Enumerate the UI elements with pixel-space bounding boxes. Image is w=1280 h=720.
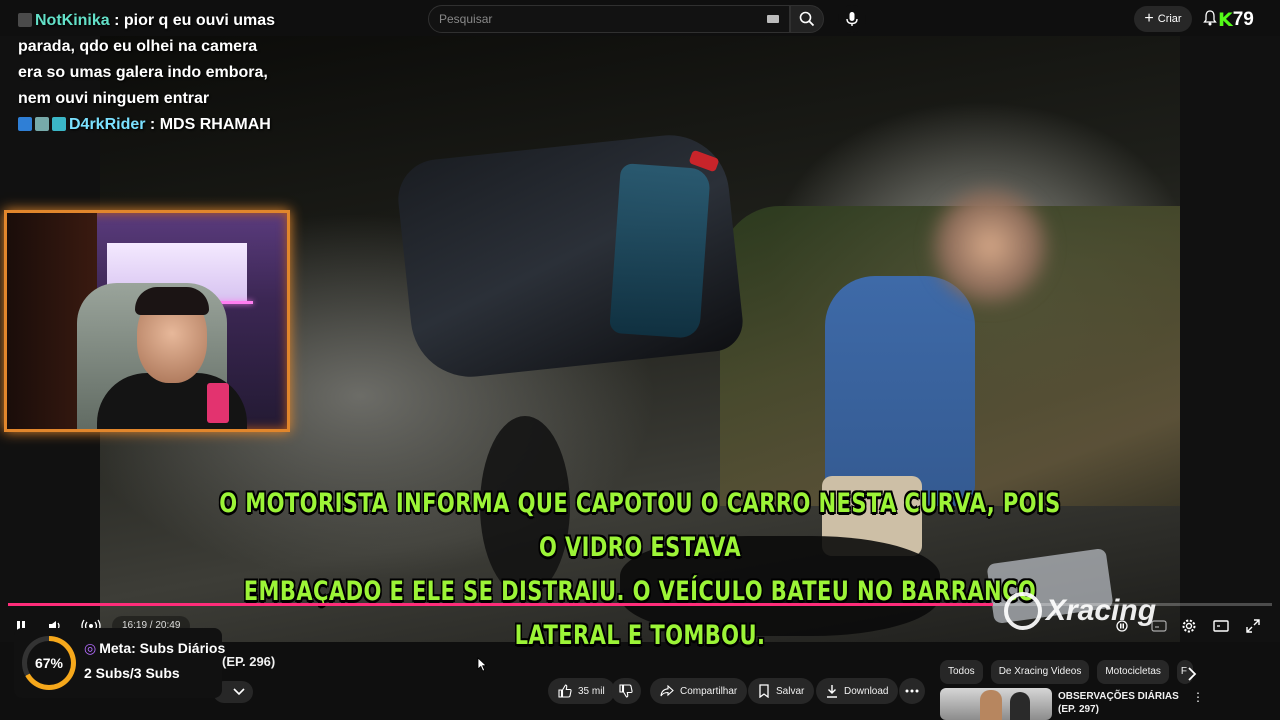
more-vertical-icon[interactable]: ⋮ — [1192, 690, 1204, 704]
user-badge-icon — [52, 117, 66, 131]
theater-icon — [1213, 620, 1229, 632]
download-button[interactable]: Download — [816, 678, 899, 704]
user-badge-icon — [18, 117, 32, 131]
create-button[interactable]: + Criar — [1134, 6, 1192, 32]
video-title: (EP. 296) — [222, 654, 276, 669]
microphone-icon — [846, 12, 858, 26]
driver-figure — [825, 276, 975, 506]
more-horizontal-icon — [905, 689, 919, 693]
goal-progress-text: 2 Subs/3 Subs — [84, 665, 180, 681]
video-letterbox-right — [1180, 36, 1280, 642]
search-box — [428, 5, 790, 33]
streamer-hair — [135, 287, 209, 315]
thumbnail-person — [980, 690, 1002, 720]
recommended-video[interactable]: OBSERVAÇÕES DIÁRIAS (EP. 297) ⋮ — [940, 688, 1204, 720]
fullscreen-button[interactable] — [1244, 616, 1262, 636]
bookmark-icon — [759, 684, 769, 698]
create-label: Criar — [1157, 13, 1182, 25]
pink-cup — [207, 383, 229, 423]
autoplay-icon — [1116, 620, 1128, 632]
like-count: 35 mil — [578, 685, 605, 697]
user-badge-icon — [18, 13, 32, 27]
fullscreen-icon — [1246, 619, 1260, 633]
share-icon — [660, 685, 674, 697]
download-label: Download — [844, 685, 889, 697]
stream-chat-overlay: NotKinika : pior q eu ouvi umas parada, … — [18, 8, 278, 138]
search-icon — [799, 11, 815, 27]
chevron-down-icon — [233, 688, 245, 696]
car-window — [609, 163, 711, 339]
chat-message: NotKinika : pior q eu ouvi umas parada, … — [18, 12, 276, 107]
search-input[interactable] — [429, 6, 749, 32]
theater-mode-button[interactable] — [1212, 616, 1230, 636]
more-actions-button[interactable] — [899, 678, 925, 704]
driver-blurred-face — [930, 186, 1050, 306]
video-progress-fill — [8, 603, 993, 606]
chip-from-channel[interactable]: De Xracing Videos — [990, 660, 1090, 684]
thumbs-down-icon — [619, 684, 633, 698]
related-filter-chips: Todos De Xracing Videos Motocicletas F — [940, 660, 1193, 684]
plus-icon: + — [1144, 10, 1154, 27]
streamer-webcam — [4, 210, 290, 432]
video-progress-bar[interactable] — [8, 603, 1272, 606]
like-button[interactable]: 35 mil — [548, 678, 615, 704]
kick-counter: 79 — [1232, 9, 1254, 30]
autoplay-toggle[interactable] — [1114, 616, 1130, 636]
subtitle-line-1: O MOTORISTA INFORMA QUE CAPOTOU O CARRO … — [219, 488, 1061, 563]
thumbs-up-icon — [558, 684, 572, 698]
mouse-cursor-icon — [477, 657, 487, 672]
subtitles-button[interactable] — [1150, 616, 1168, 636]
thumbnail-person — [1010, 692, 1030, 720]
recommended-title[interactable]: OBSERVAÇÕES DIÁRIAS (EP. 297) — [1058, 690, 1184, 716]
keyboard-icon[interactable] — [767, 15, 779, 23]
chat-username: D4rkRider — [69, 116, 146, 133]
kick-overlay-badge: K 79 — [1218, 9, 1254, 31]
goal-percent: 67% — [34, 655, 64, 671]
chip-all[interactable]: Todos — [940, 660, 983, 684]
search-button[interactable] — [790, 5, 824, 33]
chevron-right-icon[interactable] — [1184, 666, 1200, 682]
chat-text: MDS RHAMAH — [159, 116, 271, 133]
share-button[interactable]: Compartilhar — [650, 678, 748, 704]
save-button[interactable]: Salvar — [748, 678, 815, 704]
settings-button[interactable] — [1180, 616, 1198, 636]
chat-message: D4rkRider : MDS RHAMAH — [18, 112, 278, 138]
gear-icon — [1182, 619, 1196, 633]
kick-logo-icon: K — [1218, 9, 1233, 31]
chat-username: NotKinika — [35, 12, 110, 29]
recommended-thumbnail[interactable] — [940, 688, 1052, 720]
share-label: Compartilhar — [680, 685, 738, 697]
user-badge-icon — [35, 117, 49, 131]
dislike-button[interactable] — [611, 678, 641, 704]
captions-icon — [1151, 620, 1167, 632]
download-icon — [827, 685, 837, 698]
chip-motorcycles[interactable]: Motocicletas — [1097, 660, 1169, 684]
goal-dot-icon: ◎ — [84, 640, 97, 656]
goal-title: ◎ Meta: Subs Diários — [84, 640, 225, 657]
notifications-bell-icon[interactable] — [1203, 10, 1217, 26]
goal-title-text: Meta: Subs Diários — [99, 640, 226, 656]
subscriber-goal-widget: 67% ◎ Meta: Subs Diários 2 Subs/3 Subs — [14, 628, 225, 698]
save-label: Salvar — [776, 685, 805, 697]
voice-search-button[interactable] — [838, 5, 866, 33]
